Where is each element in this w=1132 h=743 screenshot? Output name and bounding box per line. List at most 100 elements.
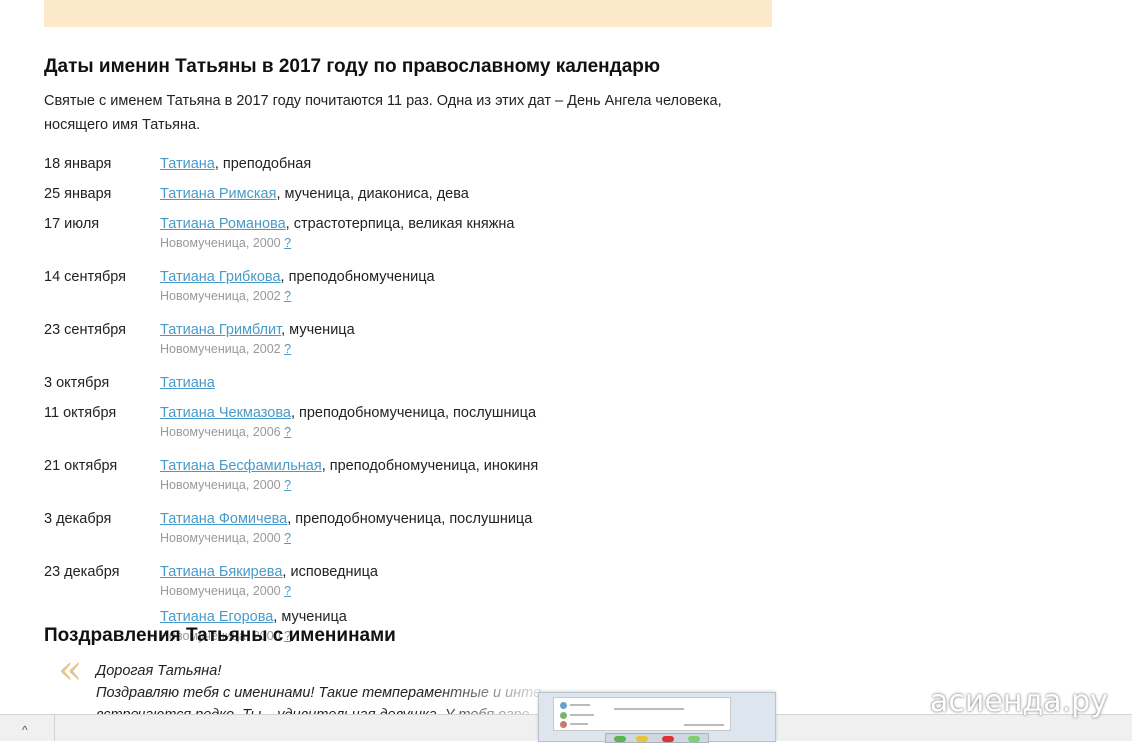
preview-avatar-icon [560, 712, 567, 719]
quote-salutation: Дорогая Татьяна! [96, 663, 222, 679]
nameday-section-title: Даты именин Татьяны в 2017 году по право… [44, 56, 661, 77]
nameday-row: 18 января Татиана, преподобная [44, 154, 744, 174]
quote-mark-icon: « [58, 647, 83, 693]
saint-entry: Татиана Егорова, мученица [160, 607, 744, 627]
nameday-row: 3 декабря Татиана Фомичева, преподобномуч… [44, 509, 744, 554]
preview-window [553, 697, 731, 731]
saint-entry: Татиана Гримблит, мученица [160, 320, 744, 340]
saints-cell: Татиана, преподобная [160, 154, 744, 174]
nameday-row: 21 октября Татиана Бесфамильная, преподоб… [44, 456, 744, 501]
intro-text: Святые с именем Татьяна в 2017 году почи… [44, 93, 722, 133]
help-question-link[interactable]: ? [284, 425, 291, 439]
saints-cell: Татиана Чекмазова, преподобномученица, п… [160, 403, 744, 448]
help-question-link[interactable]: ? [284, 531, 291, 545]
nameday-date: 23 декабря [44, 564, 120, 580]
saint-name-link[interactable]: Татиана Фомичева [160, 511, 287, 527]
saint-note: Новомученица, 2006 ? [160, 424, 744, 440]
nameday-row: 25 января Татиана Римская, мученица, диак… [44, 184, 744, 204]
saint-note-text: Новомученица, 2002 [160, 289, 281, 303]
saint-note: Новомученица, 2002 ? [160, 341, 744, 357]
saint-note-text: Новомученица, 2000 [160, 584, 281, 598]
saint-entry: Татиана Бякирева, исповедница [160, 562, 744, 582]
saint-entry: Татиана Фомичева, преподобномученица, по… [160, 509, 744, 529]
nameday-date: 3 декабря [44, 511, 112, 527]
saint-name-link[interactable]: Татиана Римская [160, 186, 276, 202]
preview-avatar-icon [560, 721, 567, 728]
saint-name-link[interactable]: Татиана Романова [160, 216, 286, 232]
saint-entry: Татиана Бесфамильная, преподобномученица… [160, 456, 744, 476]
nameday-date: 17 июля [44, 216, 100, 232]
saints-cell: Татиана Романова, страстотерпица, велика… [160, 214, 744, 259]
preview-line [570, 714, 594, 716]
nameday-date: 14 сентября [44, 269, 127, 285]
nameday-row: 17 июля Татиана Романова, страстотерпица,… [44, 214, 744, 259]
nameday-row: 11 октября Татиана Чекмазова, преподобном… [44, 403, 744, 448]
saint-entry: Татиана Романова, страстотерпица, велика… [160, 214, 744, 234]
saint-description: , преподобномученица [280, 269, 435, 285]
saints-cell: Татиана Римская, мученица, диакониса, де… [160, 184, 744, 204]
saint-note: Новомученица, 2000 ? [160, 235, 744, 251]
saint-name-link[interactable]: Татиана Егорова [160, 609, 273, 625]
nameday-date: 11 октября [44, 405, 117, 421]
saint-name-link[interactable]: Татиана Бякирева [160, 564, 282, 580]
saint-entry: Татиана Римская, мученица, диакониса, де… [160, 184, 744, 204]
saint-note: Новомученица, 2000 ? [160, 583, 744, 599]
saint-name-link[interactable]: Татиана Гримблит [160, 322, 281, 338]
saint-note-text: Новомученица, 2000 [160, 236, 281, 250]
saint-description: , мученица [281, 322, 355, 338]
saints-cell: Татиана Гримблит, мученица Новомученица, … [160, 320, 744, 365]
saint-note-text: Новомученица, 2006 [160, 425, 281, 439]
preview-app-icon [662, 736, 674, 742]
watermark-logo: асиенда.ру [930, 684, 1108, 719]
preview-app-icon [688, 736, 700, 742]
preview-line [570, 723, 588, 725]
help-question-link[interactable]: ? [284, 289, 291, 303]
saint-description: , преподобная [214, 156, 312, 172]
saint-note-text: Новомученица, 2002 [160, 342, 281, 356]
preview-line [684, 724, 724, 726]
window-preview-thumbnail[interactable] [538, 692, 776, 743]
nameday-row: 23 сентября Татиана Гримблит, мученица Нов… [44, 320, 744, 365]
saint-note-text: Новомученица, 2000 [160, 531, 281, 545]
preview-taskbar [605, 733, 709, 743]
saint-description: , исповедница [282, 564, 378, 580]
preview-app-icon [614, 736, 626, 742]
saint-description: , мученица [273, 609, 347, 625]
saint-entry: Татиана Чекмазова, преподобномученица, п… [160, 403, 744, 423]
saint-name-link[interactable]: Татиана Чекмазова [160, 405, 291, 421]
help-question-link[interactable]: ? [284, 342, 291, 356]
help-question-link[interactable]: ? [284, 478, 291, 492]
saint-name-link[interactable]: Татиана [160, 156, 215, 172]
saint-description: , преподобномученица, послушница [290, 405, 537, 421]
nameday-date: 21 октября [44, 458, 118, 474]
chevron-up-icon: ^ [22, 723, 28, 737]
preview-app-icon [636, 736, 648, 742]
help-question-link[interactable]: ? [284, 584, 291, 598]
nameday-row: 14 сентября Татиана Грибкова, преподобном… [44, 267, 744, 312]
saint-description: , мученица, диакониса, дева [276, 186, 469, 202]
saint-note: Новомученица, 2000 ? [160, 477, 744, 493]
saints-cell: Татиана [160, 373, 744, 393]
top-banner [44, 0, 772, 27]
saint-name-link[interactable]: Татиана [160, 375, 215, 391]
saint-note: Новомученица, 2000 ? [160, 530, 744, 546]
taskbar-expand-button[interactable]: ^ [0, 715, 55, 741]
saint-description: , преподобномученица, послушница [287, 511, 533, 527]
saint-entry: Татиана, преподобная [160, 154, 744, 174]
saints-cell: Татиана Грибкова, преподобномученица Ново… [160, 267, 744, 312]
greetings-section-title: Поздравления Татьяны с именинами [44, 625, 396, 646]
saints-cell: Татиана Фомичева, преподобномученица, по… [160, 509, 744, 554]
nameday-date: 3 октября [44, 375, 110, 391]
saint-name-link[interactable]: Татиана Бесфамильная [160, 458, 322, 474]
nameday-row: 3 октября Татиана [44, 373, 744, 393]
saints-cell: Татиана Бесфамильная, преподобномученица… [160, 456, 744, 501]
help-question-link[interactable]: ? [284, 236, 291, 250]
saint-name-link[interactable]: Татиана Грибкова [160, 269, 281, 285]
nameday-table: 18 января Татиана, преподобная 25 января Та… [44, 154, 744, 660]
preview-line [614, 708, 684, 710]
nameday-date: 23 сентября [44, 322, 127, 338]
saint-note: Новомученица, 2002 ? [160, 288, 744, 304]
saint-entry: Татиана [160, 373, 744, 393]
preview-avatar-icon [560, 702, 567, 709]
saint-note-text: Новомученица, 2000 [160, 478, 281, 492]
